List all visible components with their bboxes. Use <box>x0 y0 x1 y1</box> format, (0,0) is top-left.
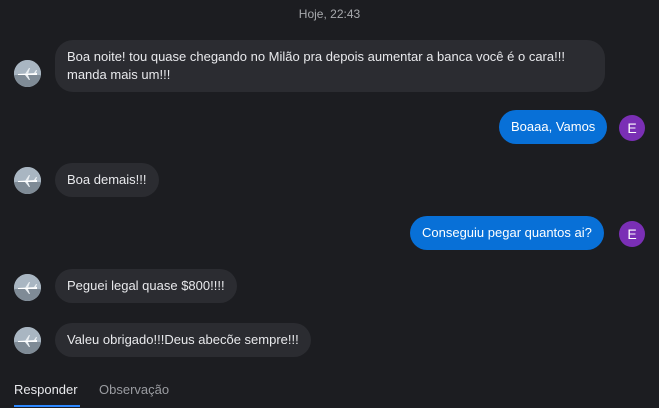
message-bubble-incoming[interactable]: Boa demais!!! <box>55 163 159 197</box>
user-avatar[interactable]: E <box>619 115 645 141</box>
active-tab-indicator <box>14 405 80 407</box>
contact-avatar[interactable] <box>14 274 41 301</box>
airplane-avatar-icon <box>14 274 41 301</box>
contact-avatar[interactable] <box>14 167 41 194</box>
composer-tabs: Responder Observação <box>0 372 659 408</box>
contact-avatar[interactable] <box>14 60 41 87</box>
message-bubble-outgoing[interactable]: Boaaa, Vamos <box>499 110 608 144</box>
tab-reply[interactable]: Responder <box>14 382 78 397</box>
airplane-avatar-icon <box>14 60 41 87</box>
message-bubble-incoming[interactable]: Valeu obrigado!!!Deus abecõe sempre!!! <box>55 323 311 357</box>
chat-timestamp: Hoje, 22:43 <box>298 7 361 21</box>
message-bubble-outgoing[interactable]: Conseguiu pegar quantos ai? <box>410 216 604 250</box>
message-bubble-incoming[interactable]: Boa noite! tou quase chegando no Milão p… <box>55 40 605 92</box>
contact-avatar[interactable] <box>14 327 41 354</box>
user-avatar[interactable]: E <box>619 221 645 247</box>
tab-note[interactable]: Observação <box>99 382 169 397</box>
airplane-avatar-icon <box>14 327 41 354</box>
message-bubble-incoming[interactable]: Peguei legal quase $800!!!! <box>55 269 237 303</box>
airplane-avatar-icon <box>14 167 41 194</box>
